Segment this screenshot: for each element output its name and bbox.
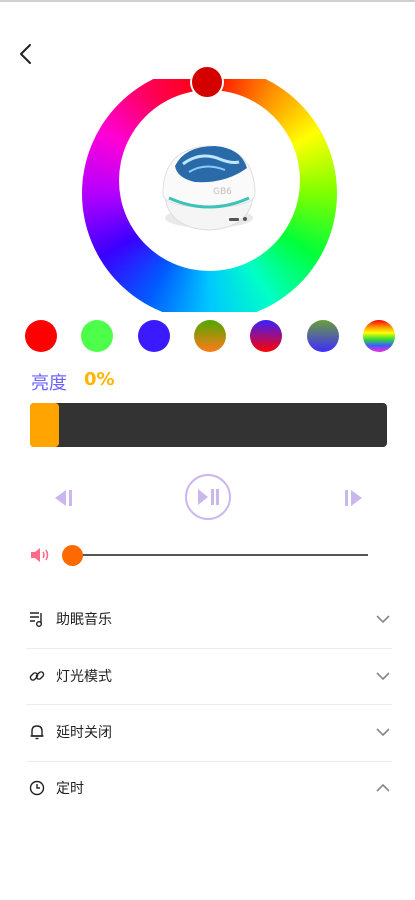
volume-slider-thumb[interactable] bbox=[61, 545, 83, 566]
play-pause-button[interactable] bbox=[185, 474, 231, 520]
menu-item-label: 灯光模式 bbox=[56, 669, 112, 685]
brightness-value: 0% bbox=[84, 369, 115, 390]
color-picker-knob[interactable] bbox=[190, 65, 224, 99]
menu-item-delay-off[interactable]: 延时关闭 bbox=[26, 717, 392, 747]
brightness-slider[interactable] bbox=[30, 403, 387, 447]
chevron-down-icon bbox=[374, 610, 392, 628]
chevron-left-icon bbox=[20, 44, 31, 64]
volume-slider-track[interactable] bbox=[72, 554, 368, 556]
next-icon bbox=[345, 490, 362, 506]
menu-item-label: 延时关闭 bbox=[56, 725, 112, 741]
divider bbox=[26, 761, 392, 762]
menu-item-label: 助眠音乐 bbox=[56, 612, 112, 628]
swatch-green-blue[interactable] bbox=[306, 320, 339, 352]
top-divider bbox=[0, 0, 415, 2]
color-presets bbox=[25, 320, 395, 354]
previous-icon bbox=[55, 490, 72, 506]
menu-item-label: 定时 bbox=[56, 781, 84, 797]
back-button[interactable] bbox=[12, 40, 40, 68]
bell-icon bbox=[26, 721, 48, 743]
swatch-blue-red[interactable] bbox=[250, 320, 283, 352]
play-pause-icon bbox=[198, 489, 219, 505]
swatch-blue[interactable] bbox=[137, 320, 170, 352]
brightness-thumb[interactable] bbox=[30, 403, 59, 447]
music-note-icon bbox=[26, 608, 48, 630]
next-button[interactable] bbox=[341, 484, 371, 512]
brightness-label: 亮度 bbox=[31, 373, 67, 394]
previous-button[interactable] bbox=[46, 484, 76, 512]
swatch-rainbow[interactable] bbox=[362, 320, 395, 352]
menu-item-light-mode[interactable]: 灯光模式 bbox=[26, 661, 392, 691]
volume-icon bbox=[28, 544, 52, 566]
swatch-green[interactable] bbox=[81, 320, 114, 352]
menu-item-timer[interactable]: 定时 bbox=[26, 773, 392, 803]
divider bbox=[26, 704, 392, 705]
device-image: GB6 bbox=[162, 145, 256, 231]
chevron-down-icon bbox=[374, 723, 392, 741]
clock-icon bbox=[26, 777, 48, 799]
chevron-down-icon bbox=[374, 667, 392, 685]
chevron-up-icon bbox=[374, 779, 392, 797]
link-icon bbox=[26, 665, 48, 687]
swatch-green-orange[interactable] bbox=[193, 320, 226, 352]
device-logo: GB6 bbox=[213, 187, 232, 197]
divider bbox=[26, 648, 392, 649]
swatch-red[interactable] bbox=[25, 320, 57, 352]
menu-item-sleep-music[interactable]: 助眠音乐 bbox=[26, 604, 392, 634]
